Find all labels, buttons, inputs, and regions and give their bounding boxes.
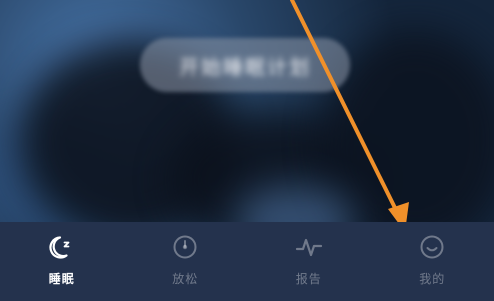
background-photo: 开始睡眠计划 bbox=[0, 0, 494, 222]
timer-icon bbox=[170, 232, 200, 262]
tab-label: 放松 bbox=[172, 272, 199, 286]
blurred-start-button[interactable]: 开始睡眠计划 bbox=[140, 38, 350, 92]
moon-icon bbox=[47, 232, 77, 262]
tab-sleep[interactable]: 睡眠 bbox=[0, 222, 124, 301]
tab-label: 报告 bbox=[295, 272, 322, 286]
smile-icon bbox=[417, 232, 447, 262]
tab-label: 睡眠 bbox=[48, 272, 75, 286]
tab-mine[interactable]: 我的 bbox=[371, 222, 494, 301]
tab-relax[interactable]: 放松 bbox=[124, 222, 248, 301]
tab-report[interactable]: 报告 bbox=[247, 222, 371, 301]
bottom-tab-bar: 睡眠 放松 报告 我的 bbox=[0, 222, 494, 301]
tab-label: 我的 bbox=[419, 272, 446, 286]
blurred-start-button-label: 开始睡眠计划 bbox=[179, 54, 311, 79]
pulse-icon bbox=[294, 232, 324, 262]
